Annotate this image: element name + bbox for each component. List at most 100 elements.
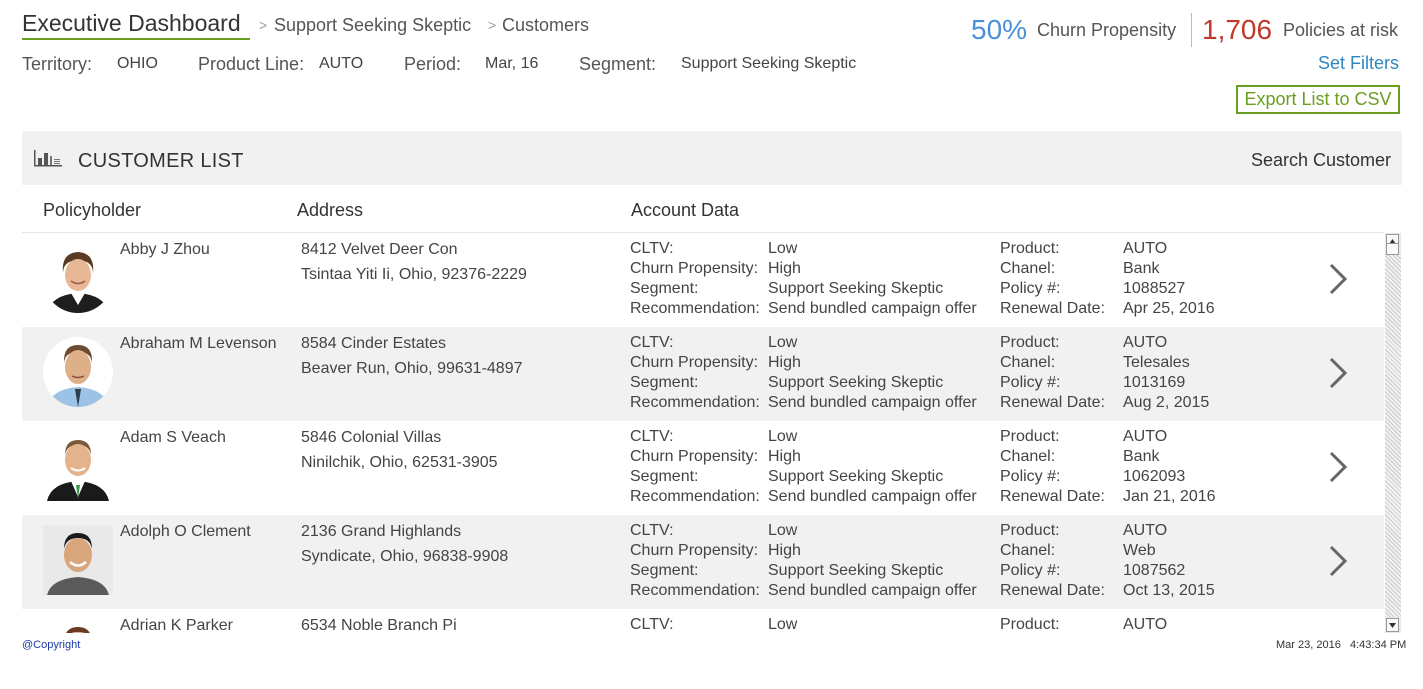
address-line-1: 8412 Velvet Deer Con: [301, 241, 458, 258]
cltv-value: Low: [768, 240, 798, 257]
chevron-right-icon[interactable]: [1322, 261, 1352, 297]
policy-value: 1088527: [1123, 280, 1186, 297]
chanel-value: Web: [1123, 542, 1156, 559]
search-customer-button[interactable]: Search Customer: [1251, 150, 1391, 171]
address-line-2: Tsintaa Yiti Ii, Ohio, 92376-2229: [301, 266, 527, 283]
scroll-track[interactable]: [1385, 255, 1401, 617]
arrow-down-icon: [1389, 622, 1396, 628]
breadcrumb-customers: Customers: [502, 15, 590, 35]
chanel-value: Telesales: [1123, 354, 1190, 371]
policy-value: 1087562: [1123, 562, 1186, 579]
renewal-label: Renewal Date:: [1000, 300, 1105, 317]
policies-at-risk-label: Policies at risk: [1283, 20, 1399, 40]
policyholder-name[interactable]: Adam S Veach: [120, 428, 226, 448]
address-line-1: 8584 Cinder Estates: [301, 335, 446, 352]
recommendation-value: Send bundled campaign offer: [768, 300, 977, 317]
list-item[interactable]: Adam S Veach 5846 Colonial Villas Ninilc…: [22, 421, 1384, 515]
churn-value: High: [768, 354, 801, 371]
copyright-text: @Copyright: [22, 639, 81, 651]
address-line-1: 6534 Noble Branch Pi: [301, 617, 457, 633]
product-value: AUTO: [1123, 616, 1168, 633]
export-csv-button[interactable]: Export List to CSV: [1236, 85, 1400, 114]
product-label: Product:: [1000, 334, 1060, 351]
chanel-value: Bank: [1123, 448, 1160, 465]
list-item[interactable]: Abraham M Levenson 8584 Cinder Estates B…: [22, 327, 1384, 421]
churn-label: Churn Propensity:: [630, 354, 759, 371]
cltv-value: Low: [768, 428, 798, 445]
policyholder-name[interactable]: Adolph O Clement: [120, 522, 251, 542]
avatar: [43, 431, 113, 501]
title-underline: [22, 38, 250, 40]
chevron-right-icon[interactable]: [1322, 543, 1352, 579]
customer-list: Abby J Zhou 8412 Velvet Deer Con Tsintaa…: [22, 233, 1384, 633]
segment-label: Segment:: [630, 280, 699, 297]
churn-label: Churn Propensity:: [630, 260, 759, 277]
cltv-label: CLTV:: [630, 522, 674, 539]
cltv-label: CLTV:: [630, 428, 674, 445]
product-label: Product:: [1000, 522, 1060, 539]
list-item[interactable]: Abby J Zhou 8412 Velvet Deer Con Tsintaa…: [22, 233, 1384, 327]
set-filters-link[interactable]: Set Filters: [1318, 53, 1399, 74]
product-label: Product:: [1000, 240, 1060, 257]
scroll-thumb[interactable]: [1386, 243, 1399, 255]
segment-label: Segment:: [579, 54, 657, 74]
policyholder-name[interactable]: Abraham M Levenson: [120, 334, 277, 354]
policies-at-risk-value: 1,706: [1202, 14, 1273, 45]
policy-label: Policy #:: [1000, 374, 1061, 391]
bar-chart-icon: [34, 150, 62, 167]
chevron-right-icon[interactable]: [1322, 449, 1352, 485]
kpi-divider: [1191, 13, 1192, 47]
breadcrumb-separator: >: [259, 17, 268, 33]
address-line-1: 2136 Grand Highlands: [301, 523, 462, 540]
recommendation-label: Recommendation:: [630, 394, 760, 411]
recommendation-label: Recommendation:: [630, 488, 760, 505]
territory-label: Territory:: [22, 54, 93, 74]
customer-list-title: CUSTOMER LIST: [78, 150, 244, 172]
list-scrollbar[interactable]: [1385, 233, 1401, 633]
avatar: [43, 619, 113, 633]
column-header-policyholder[interactable]: Policyholder: [43, 200, 141, 221]
segment-label: Segment:: [630, 374, 699, 391]
address-line-2: Ninilchik, Ohio, 62531-3905: [301, 454, 498, 471]
policy-value: 1013169: [1123, 374, 1186, 391]
recommendation-value: Send bundled campaign offer: [768, 394, 977, 411]
cltv-value: Low: [768, 522, 798, 539]
list-item[interactable]: Adolph O Clement 2136 Grand Highlands Sy…: [22, 515, 1384, 609]
column-header-account-data[interactable]: Account Data: [631, 200, 739, 221]
chanel-label: Chanel:: [1000, 448, 1056, 465]
renewal-label: Renewal Date:: [1000, 582, 1105, 599]
breadcrumb-segment[interactable]: Support Seeking Skeptic: [274, 15, 471, 36]
scroll-down-button[interactable]: [1386, 618, 1399, 632]
renewal-value: Aug 2, 2015: [1123, 394, 1210, 411]
recommendation-label: Recommendation:: [630, 300, 760, 317]
list-item[interactable]: Adrian K Parker 6534 Noble Branch Pi CLT…: [22, 609, 1384, 633]
product-label: Product:: [1000, 428, 1060, 445]
churn-propensity-label: Churn Propensity: [1037, 20, 1177, 40]
segment-value: Support Seeking Skeptic: [681, 55, 857, 72]
recommendation-value: Send bundled campaign offer: [768, 488, 977, 505]
product-value: AUTO: [1123, 240, 1168, 257]
avatar: [43, 525, 113, 595]
product-line-value: AUTO: [319, 55, 364, 72]
recommendation-label: Recommendation:: [630, 582, 760, 599]
churn-value: High: [768, 542, 801, 559]
segment-value: Support Seeking Skeptic: [768, 280, 944, 297]
chanel-value: Bank: [1123, 260, 1160, 277]
chevron-right-icon[interactable]: [1322, 355, 1352, 391]
product-value: AUTO: [1123, 522, 1168, 539]
renewal-label: Renewal Date:: [1000, 394, 1105, 411]
footer-time: 4:43:34 PM: [1350, 639, 1407, 651]
address-line-2: Beaver Run, Ohio, 99631-4897: [301, 360, 523, 377]
churn-value: High: [768, 260, 801, 277]
column-header-address[interactable]: Address: [297, 200, 363, 221]
segment-label: Segment:: [630, 468, 699, 485]
chanel-label: Chanel:: [1000, 260, 1056, 277]
churn-propensity-value: 50%: [971, 14, 1028, 45]
segment-value: Support Seeking Skeptic: [768, 374, 944, 391]
renewal-label: Renewal Date:: [1000, 488, 1105, 505]
cltv-label: CLTV:: [630, 240, 674, 257]
renewal-value: Jan 21, 2016: [1123, 488, 1216, 505]
renewal-value: Apr 25, 2016: [1123, 300, 1215, 317]
policyholder-name[interactable]: Abby J Zhou: [120, 240, 210, 260]
policyholder-name[interactable]: Adrian K Parker: [120, 616, 233, 633]
